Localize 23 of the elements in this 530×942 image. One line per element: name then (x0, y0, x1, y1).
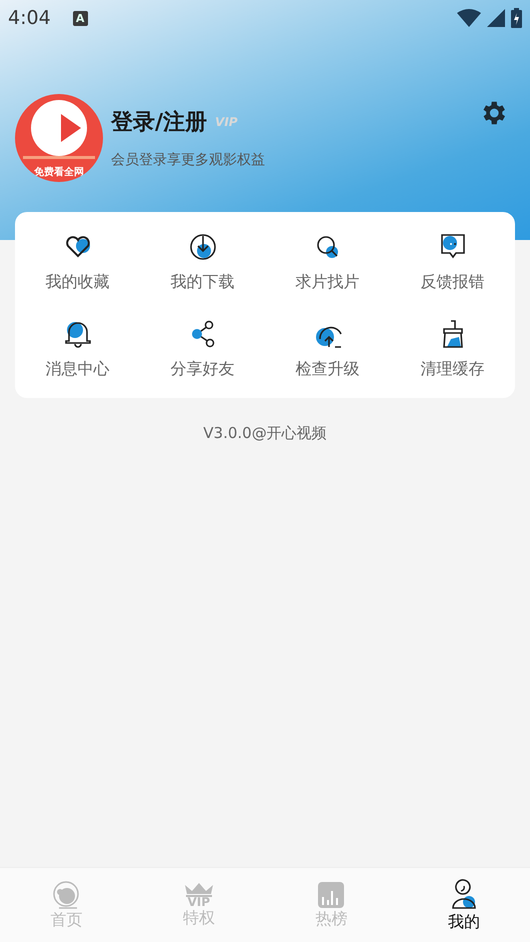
download-icon (188, 233, 218, 261)
version-text: V3.0.0@开心视频 (203, 424, 327, 443)
feedback-icon (438, 233, 466, 261)
notification-icon: A (72, 10, 88, 26)
login-subtitle: 会员登录享更多观影权益 (111, 151, 266, 169)
battery-icon (511, 8, 522, 28)
menu-item[interactable]: 检查升级 (265, 319, 390, 380)
menu-item[interactable]: 分享好友 (140, 319, 265, 380)
bell-icon (62, 319, 92, 349)
menu-item[interactable]: 我的收藏 (15, 232, 140, 293)
vip-label: VIP (215, 115, 238, 129)
menu-item[interactable]: 反馈报错 (390, 232, 515, 293)
menu-item[interactable]: 消息中心 (15, 319, 140, 380)
app-logo: 免费看全网 (15, 94, 103, 182)
status-time: 4:04 (8, 7, 51, 29)
signal-icon (487, 9, 505, 27)
wifi-icon (457, 9, 481, 27)
menu-item[interactable]: 我的下载 (140, 232, 265, 293)
menu-item[interactable]: 求片找片 (265, 232, 390, 293)
nav-tab[interactable]: 我的 (398, 868, 530, 942)
bar-chart-icon (317, 880, 346, 908)
login-title[interactable]: 登录/注册 (111, 107, 208, 137)
menu-item[interactable]: 清理缓存 (390, 319, 515, 380)
